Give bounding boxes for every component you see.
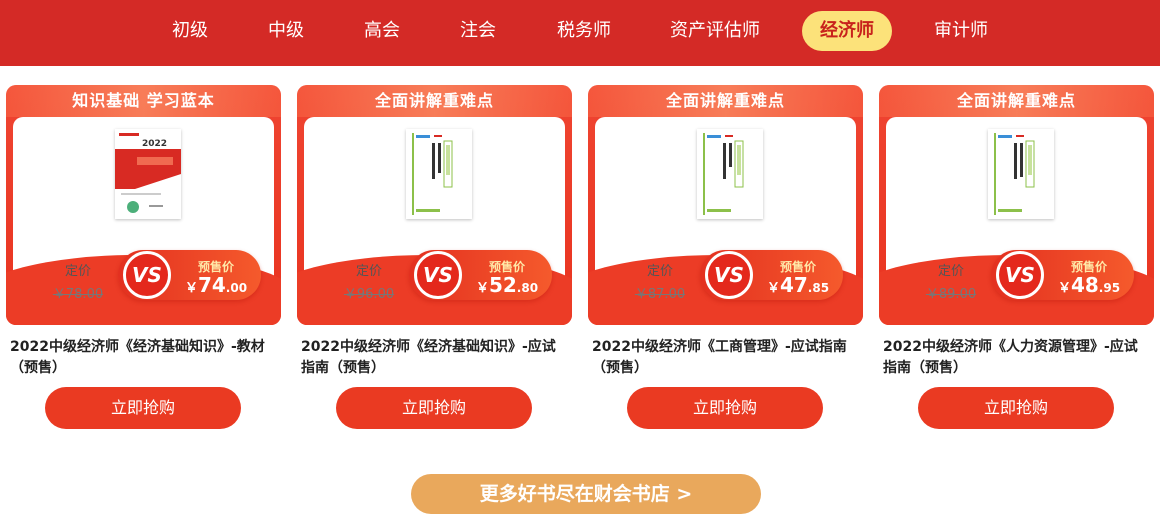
product-title[interactable]: 2022中级经济师《经济基础知识》-应试指南（预售） [301, 337, 569, 379]
vs-badge: VS [705, 251, 753, 299]
list-price-label: 定价 [64, 264, 91, 279]
presale-price: ￥48.95 [1049, 273, 1129, 297]
product-title[interactable]: 2022中级经济师《人力资源管理》-应试指南（预售） [883, 337, 1151, 379]
tab-jingjishi[interactable]: 经济师 [802, 11, 892, 51]
product-panel: 全面讲解重难点 定价 ￥87.00 VS 预售价 ￥47.85 [588, 85, 863, 325]
presale-price-integer: 47 [779, 273, 808, 297]
tab-gaohui[interactable]: 高会 [352, 11, 412, 51]
product-panel: 全面讲解重难点 定价 ￥96.00 VS 预售价 ￥52.80 [297, 85, 572, 325]
list-price-label: 定价 [646, 264, 673, 279]
buy-now-button[interactable]: 立即抢购 [918, 387, 1114, 429]
presale-price: ￥74.00 [176, 273, 256, 297]
presale-price-decimal: .80 [516, 281, 539, 295]
list-price: ￥89.00 [925, 287, 977, 302]
presale-currency: ￥ [1057, 281, 1071, 296]
book-cover-art: 2022 [115, 129, 181, 219]
svg-text:2022: 2022 [142, 139, 167, 149]
tab-zhongji[interactable]: 中级 [256, 11, 316, 51]
presale-currency: ￥ [766, 281, 780, 296]
buy-now-button[interactable]: 立即抢购 [627, 387, 823, 429]
product-card: 全面讲解重难点 定价 ￥89.00 VS 预售价 ￥48.95 2022中级经济… [879, 85, 1154, 445]
tab-shenjishi[interactable]: 审计师 [922, 11, 1000, 51]
list-price: ￥96.00 [343, 287, 395, 302]
presale-price-decimal: .85 [807, 281, 830, 295]
presale-price: ￥47.85 [758, 273, 838, 297]
product-panel: 全面讲解重难点 定价 ￥89.00 VS 预售价 ￥48.95 [879, 85, 1154, 325]
book-cover[interactable] [697, 129, 763, 219]
list-price-block: 定价 ￥96.00 [339, 260, 399, 302]
list-price: ￥78.00 [52, 287, 104, 302]
book-cover[interactable] [406, 129, 472, 219]
tab-chuji[interactable]: 初级 [160, 11, 220, 51]
presale-currency: ￥ [475, 281, 489, 296]
buy-now-button[interactable]: 立即抢购 [45, 387, 241, 429]
product-banner: 知识基础 学习蓝本 [6, 85, 281, 117]
presale-price-decimal: .95 [1098, 281, 1121, 295]
vs-badge: VS [123, 251, 171, 299]
presale-price-integer: 52 [488, 273, 517, 297]
list-price-label: 定价 [355, 264, 382, 279]
presale-currency: ￥ [184, 281, 198, 296]
product-card: 知识基础 学习蓝本 2022 定价 ￥78.00 VS 预售价 ￥74.00 2… [6, 85, 281, 445]
book-cover[interactable] [988, 129, 1054, 219]
exam-category-nav: 初级 中级 高会 注会 税务师 资产评估师 经济师 审计师 [0, 0, 1160, 66]
more-books-button[interactable]: 更多好书尽在财会书店 > [411, 474, 761, 514]
tab-zhuhui[interactable]: 注会 [448, 11, 508, 51]
book-cover-art [406, 129, 472, 219]
product-banner: 全面讲解重难点 [297, 85, 572, 117]
presale-price-decimal: .00 [225, 281, 248, 295]
buy-now-button[interactable]: 立即抢购 [336, 387, 532, 429]
product-title[interactable]: 2022中级经济师《经济基础知识》-教材（预售） [10, 337, 278, 379]
list-price-block: 定价 ￥89.00 [921, 260, 981, 302]
book-cover-art [988, 129, 1054, 219]
list-price-block: 定价 ￥87.00 [630, 260, 690, 302]
presale-price-integer: 48 [1070, 273, 1099, 297]
product-panel: 知识基础 学习蓝本 2022 定价 ￥78.00 VS 预售价 ￥74.00 [6, 85, 281, 325]
list-price: ￥87.00 [634, 287, 686, 302]
vs-badge: VS [996, 251, 1044, 299]
product-card: 全面讲解重难点 定价 ￥96.00 VS 预售价 ￥52.80 2022中级经济… [297, 85, 572, 445]
book-cover-art [697, 129, 763, 219]
tab-shuiwushi[interactable]: 税务师 [545, 11, 623, 51]
presale-price: ￥52.80 [467, 273, 547, 297]
product-card: 全面讲解重难点 定价 ￥87.00 VS 预售价 ￥47.85 2022中级经济… [588, 85, 863, 445]
presale-price-integer: 74 [197, 273, 226, 297]
book-cover[interactable]: 2022 [115, 129, 181, 219]
product-banner: 全面讲解重难点 [879, 85, 1154, 117]
list-price-label: 定价 [937, 264, 964, 279]
product-banner: 全面讲解重难点 [588, 85, 863, 117]
list-price-block: 定价 ￥78.00 [48, 260, 108, 302]
tab-zichanpinggushi[interactable]: 资产评估师 [660, 11, 770, 51]
vs-badge: VS [414, 251, 462, 299]
product-title[interactable]: 2022中级经济师《工商管理》-应试指南（预售） [592, 337, 860, 379]
